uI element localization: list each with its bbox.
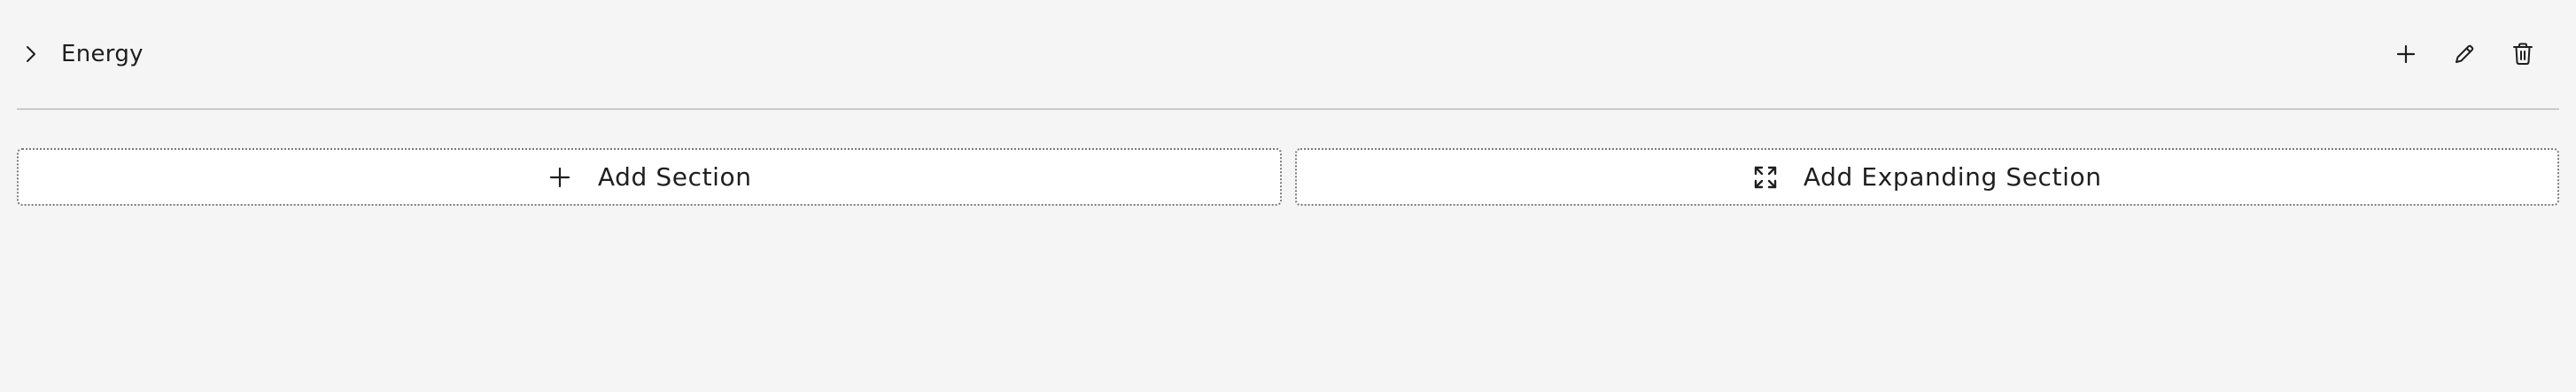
chevron-right-icon xyxy=(25,45,37,63)
edit-section-button[interactable] xyxy=(2435,35,2494,74)
add-item-button[interactable] xyxy=(2377,35,2435,74)
expand-toggle[interactable] xyxy=(19,42,43,67)
delete-section-button[interactable] xyxy=(2494,35,2552,74)
trash-icon xyxy=(2512,43,2533,66)
expand-arrows-icon xyxy=(1752,164,1779,191)
plus-icon xyxy=(547,164,573,191)
add-buttons-row: Add Section Add Expanding Section xyxy=(17,148,2559,206)
section-actions xyxy=(2377,35,2552,74)
plus-icon xyxy=(2396,44,2416,64)
add-section-label: Add Section xyxy=(597,162,752,192)
add-expanding-section-button[interactable]: Add Expanding Section xyxy=(1294,148,2559,206)
page: Energy Add Section Add Expanding Section xyxy=(0,0,2576,392)
section-title: Energy xyxy=(61,41,144,67)
pencil-icon xyxy=(2453,43,2476,66)
add-expanding-section-label: Add Expanding Section xyxy=(1803,162,2102,192)
add-section-button[interactable]: Add Section xyxy=(17,148,1282,206)
section-row: Energy xyxy=(17,0,2559,110)
